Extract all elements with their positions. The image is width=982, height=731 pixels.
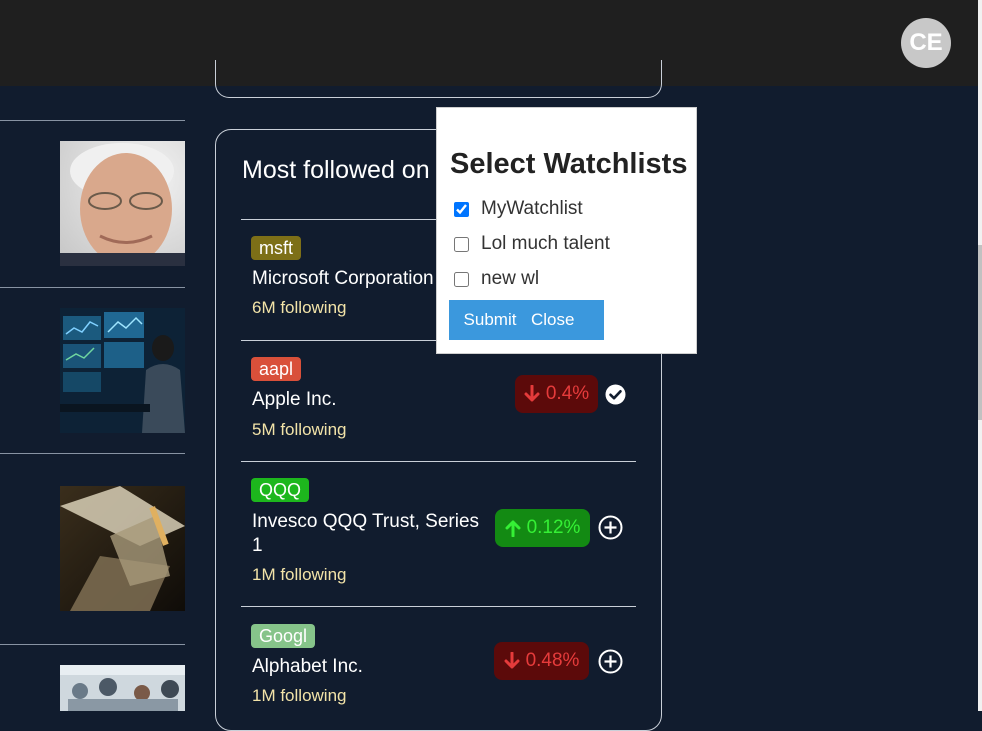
close-button[interactable]: Close bbox=[531, 300, 604, 340]
ticker-badge-aapl[interactable]: aapl bbox=[251, 357, 302, 381]
modal-button-bar: Submit Close bbox=[449, 300, 604, 340]
watchlist-label: MyWatchlist bbox=[481, 198, 583, 219]
arrow-down-icon bbox=[524, 385, 540, 402]
submit-button[interactable]: Submit bbox=[449, 300, 531, 340]
watchlist-checkbox[interactable] bbox=[454, 236, 469, 252]
card-title: Most followed on bbox=[242, 156, 430, 184]
price-change-badge: 0.48% bbox=[494, 642, 589, 680]
modal-title: Select Watchlists bbox=[450, 148, 688, 180]
arrow-up-icon bbox=[505, 520, 521, 537]
left-divider bbox=[0, 453, 185, 454]
watchlist-label: Lol much talent bbox=[481, 233, 610, 254]
price-change-badge: 0.4% bbox=[515, 375, 598, 413]
following-count: 6M following bbox=[252, 298, 347, 317]
watchlist-checkbox[interactable] bbox=[454, 201, 469, 217]
stock-name[interactable]: Apple Inc. bbox=[252, 388, 492, 412]
price-change-value: 0.48% bbox=[525, 650, 580, 671]
left-divider bbox=[0, 287, 185, 288]
user-avatar[interactable]: CE bbox=[901, 18, 951, 68]
row-divider bbox=[241, 461, 636, 462]
watchlist-checkbox[interactable] bbox=[454, 271, 469, 287]
ticker-badge-googl[interactable]: Googl bbox=[251, 624, 316, 648]
price-change-badge: 0.12% bbox=[495, 509, 590, 547]
portrait-photo[interactable] bbox=[60, 141, 185, 266]
check-circle-icon[interactable] bbox=[605, 384, 626, 410]
plus-circle-icon[interactable] bbox=[598, 649, 623, 679]
row-divider bbox=[241, 606, 636, 607]
ticker-badge-qqq[interactable]: QQQ bbox=[251, 478, 310, 502]
trading-floor-photo[interactable] bbox=[60, 665, 185, 711]
price-change-value: 0.12% bbox=[526, 517, 581, 538]
stock-name[interactable]: Alphabet Inc. bbox=[252, 655, 492, 679]
ticker-badge-msft[interactable]: msft bbox=[251, 236, 301, 260]
following-count: 5M following bbox=[252, 420, 347, 439]
scrollbar-thumb[interactable] bbox=[978, 245, 982, 420]
watchlist-option[interactable]: MyWatchlist bbox=[454, 198, 583, 220]
stock-name[interactable]: Invesco QQQ Trust, Series 1 bbox=[252, 510, 492, 558]
left-divider bbox=[0, 644, 185, 645]
select-watchlists-modal: Select Watchlists MyWatchlist Lol much t… bbox=[436, 107, 697, 354]
watchlist-option[interactable]: Lol much talent bbox=[454, 233, 610, 255]
following-count: 1M following bbox=[252, 686, 347, 705]
price-change-value: 0.4% bbox=[545, 383, 590, 404]
left-divider bbox=[0, 120, 185, 121]
currency-photo[interactable] bbox=[60, 486, 185, 611]
arrow-down-icon bbox=[504, 652, 520, 669]
watchlist-label: new wl bbox=[481, 268, 540, 289]
following-count: 1M following bbox=[252, 565, 347, 584]
previous-card bbox=[215, 60, 662, 98]
trading-desk-photo[interactable] bbox=[60, 308, 185, 433]
watchlist-option[interactable]: new wl bbox=[454, 268, 539, 290]
plus-circle-icon[interactable] bbox=[598, 515, 623, 545]
